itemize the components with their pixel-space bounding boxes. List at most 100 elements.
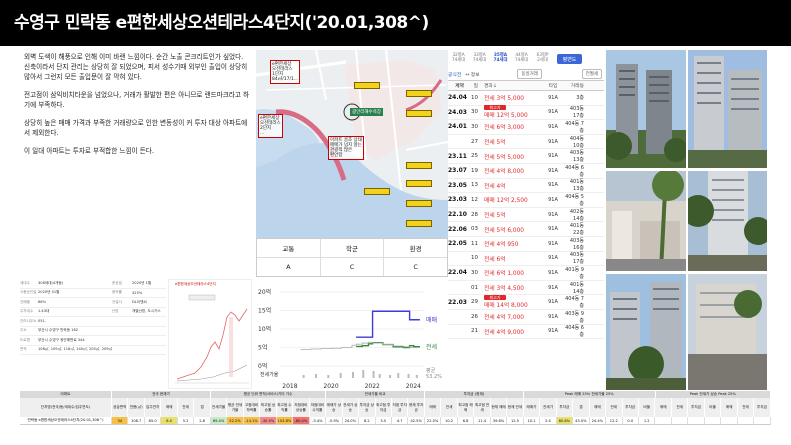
summary-data-row: 민락동 e편한세상오션테라스4단지(20.01,308^) 34 108.7 85.0… [20, 417, 771, 425]
transaction-row[interactable]: 10 전세 6억 91A 403동 17층 [448, 252, 604, 267]
col-elapsed[interactable]: 경과↓ [478, 82, 544, 89]
unit-type: 91A [548, 182, 558, 189]
map-price-strip[interactable] [364, 188, 390, 195]
transaction-price: 최고가 매매 14억 8,000 [478, 295, 544, 309]
unit-type: 91A [548, 255, 558, 262]
rent-button[interactable]: 전월세 [581, 69, 602, 79]
transaction-row[interactable]: 22.06 03 전세 5억 6,000 91A 401동 22층 [448, 222, 604, 237]
transaction-row[interactable]: 23.03 12 매매 12억 2,500 91A 404동 5층 [448, 193, 604, 208]
building-photo[interactable] [606, 171, 686, 271]
unit-type: 91A [548, 240, 558, 247]
building-floor: 401동 14층 [569, 281, 584, 295]
contract-day: 21 [471, 328, 478, 335]
transaction-row[interactable]: 24.03 30 최고가 매매 12억 5,000 91A 403동 17층 [448, 105, 604, 121]
location-map[interactable]: e편한세상 오션테라스 1단지 84㎡/17/1... e편한세상 오션테라스 … [256, 50, 448, 238]
summary-group-header: 평균 단위 면적/서비스/기타 가수 [211, 391, 327, 398]
map-price-strip[interactable] [406, 110, 432, 117]
summary-column-header: 투자금 [557, 398, 574, 417]
map-price-strip[interactable] [406, 180, 432, 187]
transaction-row[interactable]: 22.04 30 전세 6억 1,000 91A 401동 9층 [448, 266, 604, 281]
map-price-strip[interactable] [354, 82, 380, 89]
mini-chart-title: e편한세상오션테라스4단지 [175, 282, 216, 286]
building-floor: 404동 7층 [565, 296, 584, 310]
volume-bar [389, 375, 392, 378]
series-label-jeonse: 전세 [426, 343, 437, 351]
summary-cell: 6.8 [457, 417, 475, 425]
transaction-row[interactable]: 01 전세 3억 4,500 91A 401동 14층 [448, 281, 604, 296]
volume-label: 전세가율 [260, 371, 279, 378]
summary-column-header: 저점 투자금 [392, 398, 409, 417]
volume-bar [372, 371, 375, 378]
summary-cell: 108.7 [128, 417, 145, 425]
transaction-row[interactable]: 23.07 19 전세 4억 8,000 91A 404동 6층 [448, 164, 604, 179]
type-tab[interactable]: 63평P 2세대 [532, 50, 553, 68]
summary-cell: 39.6% [490, 417, 508, 425]
col-contract[interactable]: 계약 [448, 82, 464, 89]
building-photo[interactable] [688, 50, 767, 168]
summary-column-header: 입주연차 [145, 398, 162, 417]
transaction-row[interactable]: 26 전세 4억 7,000 91A 403동 9층 [448, 310, 604, 325]
transaction-row[interactable]: 23.11 25 전세 5억 5,000 91A 403동 13층 [448, 149, 604, 164]
col-building[interactable]: 거래동 [562, 82, 584, 89]
transaction-row[interactable]: 24.04 10 전세 3억 5,000 91A 3층 [448, 91, 604, 106]
transaction-price: 전세 5억 5,000 [478, 152, 544, 161]
map-price-strip[interactable] [406, 90, 432, 97]
summary-cell: 42.5% [408, 417, 425, 425]
type-tab[interactable]: 35평A 74세대 [490, 50, 511, 68]
summary-cell [754, 417, 771, 425]
transaction-row[interactable]: 22.03 29 최고가 매매 14억 8,000 91A 404동 7층 [448, 295, 604, 310]
transaction-row[interactable]: 27 전세 5억 91A 404동 10층 [448, 135, 604, 150]
info-value: 개별난방, 도시가스 [132, 309, 161, 314]
map-complex-label[interactable]: e편한세상 오션테라스 2단지 ... [258, 114, 283, 138]
building-photo[interactable] [606, 50, 686, 168]
col-type[interactable]: 타입 [544, 82, 562, 89]
volume-bar [352, 372, 354, 378]
building-photo[interactable] [688, 274, 767, 390]
building-photo[interactable] [606, 274, 686, 390]
y-tick-label: 10억 [258, 325, 271, 333]
list-rows: 24.04 10 전세 3억 5,000 91A 3층 24.03 30 최고가 매매 12억 … [448, 91, 604, 340]
map-price-strip[interactable] [406, 220, 432, 227]
type-tab[interactable]: 32평A 74세대 [448, 50, 469, 68]
type-tab[interactable]: 33평A 74세대 [469, 50, 490, 68]
type-tab-count: 74세대 [472, 58, 487, 63]
summary-column-header: 현재 투자금 [408, 398, 425, 417]
info-key: 건폐율 [20, 299, 30, 304]
map-price-strip[interactable] [406, 162, 432, 169]
contract-day: 03 [471, 226, 478, 233]
contract-month: 22.10 [448, 211, 467, 219]
score-value-school: C [321, 257, 385, 276]
floor-plan-button[interactable]: 평면도 [557, 54, 582, 64]
building-photo[interactable] [688, 171, 767, 271]
transaction-row[interactable]: 22.05 11 전세 4억 950 91A 403동 16층 [448, 237, 604, 252]
summary-column-header: 현재 매매 [491, 398, 508, 417]
series-label-average: 평균 [426, 367, 436, 374]
col-day[interactable]: 일 [464, 82, 478, 89]
mini-chart-plot [175, 294, 249, 384]
price-text: 전세 6억 1,000 [484, 271, 524, 278]
building-floor: 402동 14층 [569, 208, 584, 222]
transaction-row[interactable]: 21 전세 4억 9,000 91A 404동 6층 [448, 325, 604, 340]
type-tab[interactable]: 44평A 74세대 [511, 50, 532, 68]
sort-label[interactable]: ↔ 정보 [465, 71, 479, 78]
transaction-price: 전세 4억 9,000 [478, 327, 544, 336]
price-text: 전세 6억 3,000 [484, 125, 524, 132]
transaction-row[interactable]: 23.05 13 전세 4억 91A 401동 13층 [448, 179, 604, 194]
map-complex-label[interactable]: e편한세상 오션테라스 1단지 84㎡/17/1... [270, 60, 301, 84]
summary-cell [704, 417, 722, 425]
summary-group-header: 전세가율 비교 [326, 391, 425, 398]
filter-label[interactable]: 공식전 [448, 71, 461, 78]
transaction-row[interactable]: 24.01 30 전세 6억 3,000 91A 404동 7층 [448, 120, 604, 135]
transaction-row[interactable]: 22.10 28 전세 5억 91A 402동 14층 [448, 208, 604, 223]
summary-column-header: 비율 [705, 398, 722, 417]
summary-cell: -30.9% [260, 417, 277, 425]
summary-column-header: 매매 [425, 398, 442, 417]
summary-cell: 4.7 [391, 417, 409, 425]
summary-column-header: 저점대비 수익률 [310, 398, 327, 417]
same-trade-button[interactable]: 동일거래 [517, 69, 542, 79]
summary-cell: 민락동 e편한세상오션테라스4단지(20.01,308^) [20, 417, 112, 425]
contract-month: 24.03 [448, 108, 467, 116]
summary-column-header: 갭 [573, 398, 590, 417]
map-price-strip[interactable] [406, 200, 432, 207]
summary-column-header: 투자금 [623, 398, 639, 417]
